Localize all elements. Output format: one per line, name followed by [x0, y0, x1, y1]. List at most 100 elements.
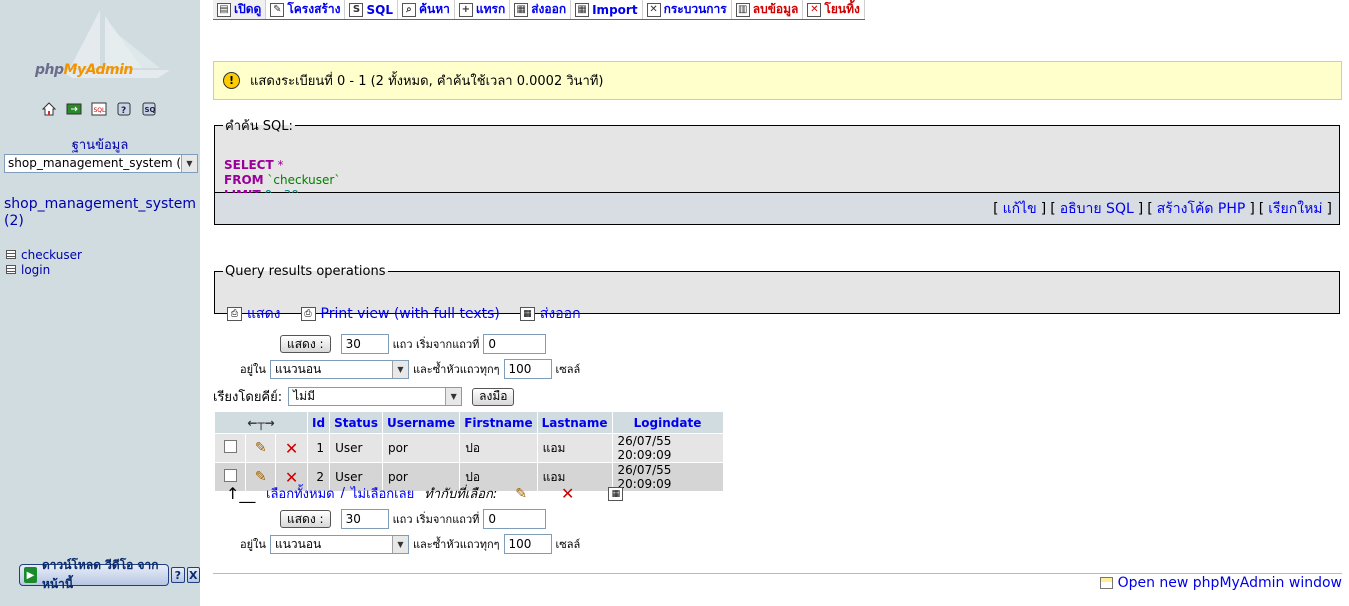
sort-key-value: ไม่มี: [293, 389, 315, 403]
tab-export[interactable]: ▦ ส่งออก: [510, 0, 572, 19]
create-php-code-link[interactable]: สร้างโค้ด PHP: [1157, 198, 1246, 220]
uncheck-all-link[interactable]: ไม่เลือกเลย: [351, 483, 414, 504]
logo-wordmark: phpMyAdmin: [35, 62, 133, 78]
export-link-label[interactable]: ส่งออก: [540, 303, 581, 325]
tab-structure[interactable]: ✎ โครงสร้าง: [266, 0, 346, 19]
phpmyadmin-logo[interactable]: phpMyAdmin: [30, 8, 180, 88]
explain-sql-link[interactable]: อธิบาย SQL: [1060, 198, 1134, 220]
check-all-link[interactable]: เลือกทั้งหมด: [266, 483, 335, 504]
column-header-logindate[interactable]: Logindate: [612, 412, 723, 433]
table-icon[interactable]: [6, 265, 16, 274]
structure-icon: ✎: [270, 2, 285, 17]
column-header-id[interactable]: Id: [308, 412, 330, 433]
table-name[interactable]: checkuser: [21, 248, 82, 262]
qro-links: ⎙ แสดง ⎙ Print view (with full texts) ▦ …: [227, 303, 581, 325]
refresh-link[interactable]: เรียกใหม่: [1268, 198, 1322, 220]
bulk-delete-x-icon[interactable]: ✕: [561, 484, 574, 503]
pencil-icon[interactable]: ✎: [255, 440, 267, 456]
open-new-window-label[interactable]: Open new phpMyAdmin window: [1118, 575, 1342, 591]
database-name: shop_management_system: [4, 196, 197, 212]
tab-insert[interactable]: + แทรก: [455, 0, 511, 19]
tab-import[interactable]: ▦ Import: [571, 0, 643, 19]
repeat-headers-label: และซ้ำหัวแถวทุกๆ: [412, 538, 500, 551]
column-header-lastname[interactable]: Lastname: [537, 412, 612, 433]
sort-key-select[interactable]: ไม่มี ▼: [288, 387, 463, 406]
svg-text:SQL: SQL: [94, 107, 107, 114]
open-new-window-link[interactable]: Open new phpMyAdmin window: [1099, 575, 1342, 591]
print-link-label[interactable]: แสดง: [247, 303, 281, 325]
download-video-button[interactable]: ▶ ดาวน์โหลด วีดีโอ จากหน้านี้: [19, 558, 170, 591]
notice-icon: !: [223, 72, 240, 89]
table-name[interactable]: login: [21, 263, 50, 277]
start-row-input[interactable]: 0: [483, 334, 547, 354]
bulk-edit-pencil-icon[interactable]: ✎: [515, 486, 527, 502]
column-header-username[interactable]: Username: [382, 412, 460, 433]
tab-sql[interactable]: S SQL: [345, 0, 398, 19]
delete-x-icon[interactable]: ✕: [285, 439, 298, 458]
tab-drop[interactable]: ✕ โยนทิ้ง: [803, 0, 865, 19]
documentation-icon[interactable]: ?: [115, 100, 133, 118]
rows-input-bottom[interactable]: 30: [340, 509, 389, 529]
nav-icon-bar: SQL ? SQ: [40, 100, 158, 118]
database-select[interactable]: shop_management_system ( ▼: [4, 154, 198, 173]
results-table: ←┬→ Id Status Username Firstname Lastnam…: [214, 411, 724, 492]
table-list-item[interactable]: login: [6, 262, 82, 277]
bulk-separator: /: [340, 486, 345, 501]
main-tabs: ▤ เปิดดู ✎ โครงสร้าง S SQL ⌕ ค้นหา + แทร…: [213, 0, 865, 20]
repeat-headers-input[interactable]: 100: [503, 359, 552, 379]
print-link[interactable]: ⎙ แสดง: [227, 303, 281, 325]
table-icon[interactable]: [6, 250, 16, 259]
bulk-export-icon[interactable]: ▦: [608, 486, 624, 501]
close-icon[interactable]: X: [186, 567, 200, 583]
display-mode-value: แนวนอน: [274, 536, 322, 551]
repeat-headers-input-bottom[interactable]: 100: [503, 534, 552, 554]
column-toggle-header[interactable]: ←┬→: [215, 412, 307, 433]
start-row-input-bottom[interactable]: 0: [483, 509, 547, 529]
tab-empty[interactable]: ▥ ลบข้อมูล: [732, 0, 804, 19]
export-icon: ▦: [519, 307, 535, 321]
help-icon[interactable]: ?: [171, 567, 185, 583]
database-table-count: (2): [4, 213, 24, 229]
row-checkbox[interactable]: [223, 469, 237, 482]
tab-operations[interactable]: ✕ กระบวนการ: [643, 0, 732, 19]
go-button[interactable]: ลงมือ: [472, 387, 515, 406]
database-name-link[interactable]: shop_management_system (2): [4, 196, 196, 230]
nav-form-top-row2: อยู่ใน แนวนอน ▼ และซ้ำหัวแถวทุกๆ 100 เซล…: [240, 359, 580, 379]
sql-docs-icon[interactable]: SQ: [140, 100, 158, 118]
home-icon[interactable]: [40, 100, 58, 118]
in-label: อยู่ใน: [240, 363, 266, 376]
chevron-down-icon[interactable]: ▼: [181, 155, 197, 172]
rows-input[interactable]: 30: [340, 334, 389, 354]
show-button[interactable]: แสดง :: [280, 335, 331, 353]
print-view-full-link[interactable]: ⎙ Print view (with full texts): [300, 303, 500, 325]
notice-text: แสดงระเบียนที่ 0 - 1 (2 ทั้งหมด, คำค้นใช…: [250, 74, 604, 89]
qro-legend: Query results operations: [225, 264, 386, 279]
arrow-up-left-icon: ↑__: [226, 484, 256, 503]
display-mode-select[interactable]: แนวนอน ▼: [269, 359, 409, 379]
drop-icon: ✕: [807, 2, 822, 17]
nav-form-bottom-row1: แสดง : 30 แถว เริ่มจากแถวที่ 0: [280, 509, 547, 529]
chevron-down-icon[interactable]: ▼: [445, 388, 462, 405]
row-checkbox[interactable]: [223, 440, 237, 453]
chevron-down-icon[interactable]: ▼: [391, 535, 408, 553]
display-mode-select-bottom[interactable]: แนวนอน ▼: [269, 534, 409, 554]
row-edit-cell: ✎: [246, 434, 276, 462]
cell-firstname: ปอ: [460, 434, 537, 462]
tab-browse[interactable]: ▤ เปิดดู: [213, 0, 267, 19]
rows-from-label: แถว เริ่มจากแถวที่: [392, 338, 480, 351]
export-link[interactable]: ▦ ส่งออก: [519, 303, 581, 325]
row-delete-cell: ✕: [276, 434, 307, 462]
edit-sql-link[interactable]: แก้ไข: [1003, 198, 1037, 220]
column-header-firstname[interactable]: Firstname: [460, 412, 537, 433]
chevron-down-icon[interactable]: ▼: [391, 360, 408, 378]
logout-icon[interactable]: [65, 100, 83, 118]
column-header-status[interactable]: Status: [330, 412, 382, 433]
sql-keyword: FROM: [224, 173, 264, 187]
print-view-full-label[interactable]: Print view (with full texts): [321, 306, 500, 322]
tab-search[interactable]: ⌕ ค้นหา: [398, 0, 455, 19]
arrows-horizontal-icon[interactable]: ←┬→: [247, 416, 274, 430]
show-button-bottom[interactable]: แสดง :: [280, 510, 331, 528]
table-list-item[interactable]: checkuser: [6, 247, 82, 262]
query-window-icon[interactable]: SQL: [90, 100, 108, 118]
cell-logindate: 26/07/55 20:09:09: [612, 463, 723, 491]
